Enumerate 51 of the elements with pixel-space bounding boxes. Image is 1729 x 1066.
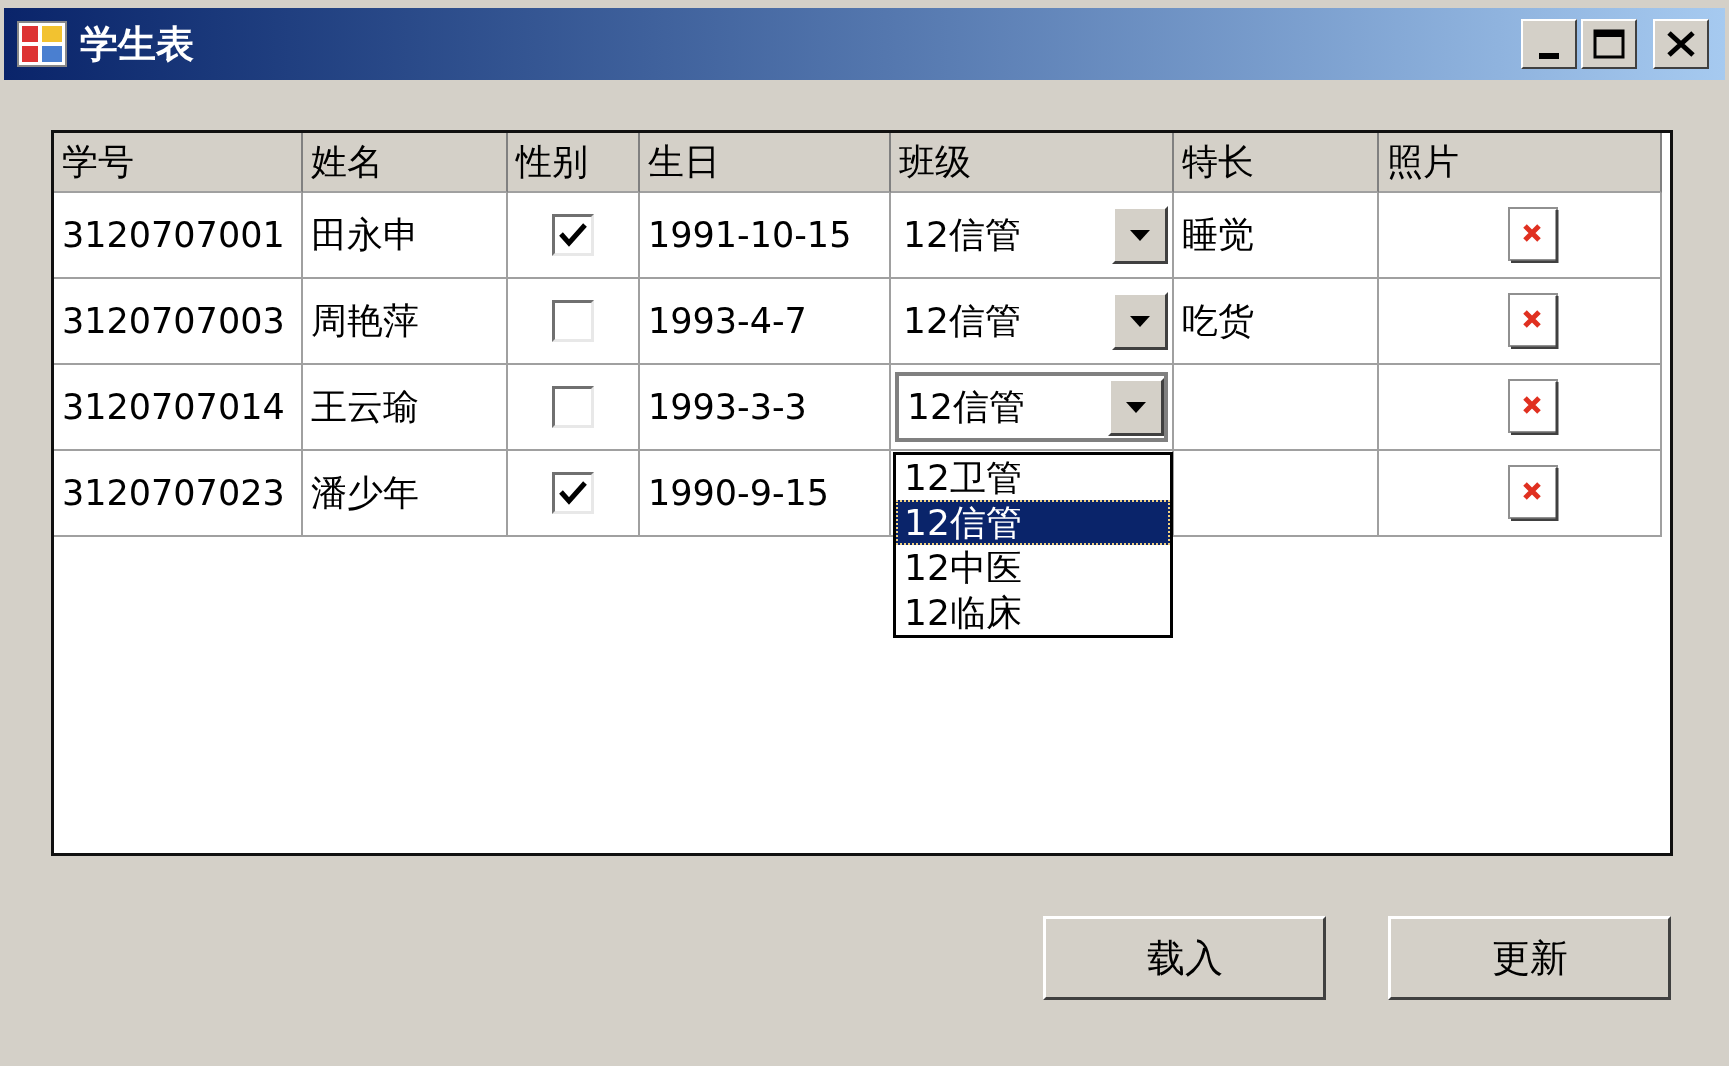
dropdown-option[interactable]: 12临床 [896,590,1170,635]
table-cell: 1993-4-7 [640,279,891,365]
action-button[interactable]: 载入 [1043,916,1326,1000]
broken-image-icon [1508,379,1560,435]
close-icon [1666,30,1696,58]
column-header[interactable]: 特长 [1174,133,1379,193]
table-cell: 睡觉 [1174,193,1379,279]
checkbox[interactable] [552,472,594,514]
window-title: 学生表 [80,20,194,68]
column-header[interactable]: 班级 [891,133,1174,193]
table-cell: 1990-9-15 [640,451,891,537]
column-header[interactable]: 照片 [1379,133,1662,193]
table-cell: 1991-10-15 [640,193,891,279]
caret-icon [1130,315,1150,327]
broken-image-icon [1508,465,1560,521]
table-cell: 田永申 [303,193,508,279]
column-header[interactable]: 性别 [508,133,640,193]
broken-image-icon [1508,207,1560,263]
close-button[interactable] [1653,19,1709,69]
column-header[interactable]: 姓名 [303,133,508,193]
dropdown-field[interactable]: 12信管 [895,286,1168,356]
minimize-icon [1539,53,1559,59]
caret-icon [1126,401,1146,413]
maximize-button[interactable] [1581,19,1637,69]
check-icon [558,480,588,506]
caret-icon [1130,229,1150,241]
table-cell: 潘少年 [303,451,508,537]
table-cell: 吃货 [1174,279,1379,365]
checkbox[interactable] [552,300,594,342]
column-header[interactable]: 学号 [54,133,303,193]
dropdown-option[interactable]: 12中医 [896,545,1170,590]
dropdown-option[interactable]: 12信管 [896,500,1170,545]
dropdown-field[interactable]: 12信管 [895,200,1168,270]
maximize-icon [1593,29,1625,59]
column-header[interactable]: 生日 [640,133,891,193]
checkbox[interactable] [552,214,594,256]
table-cell: 3120707014 [54,365,303,451]
dropdown-option[interactable]: 12卫管 [896,455,1170,500]
checkbox[interactable] [552,386,594,428]
action-button[interactable]: 更新 [1388,916,1671,1000]
dropdown-field[interactable]: 12信管 [895,372,1168,442]
check-icon [558,222,588,248]
table-cell: 3120707023 [54,451,303,537]
broken-image-icon [1508,293,1560,349]
minimize-button[interactable] [1521,19,1577,69]
table-cell: 王云瑜 [303,365,508,451]
table-cell: 3120707003 [54,279,303,365]
table-cell: 周艳萍 [303,279,508,365]
app-icon [16,20,68,68]
table-cell: 3120707001 [54,193,303,279]
table-cell: 1993-3-3 [640,365,891,451]
